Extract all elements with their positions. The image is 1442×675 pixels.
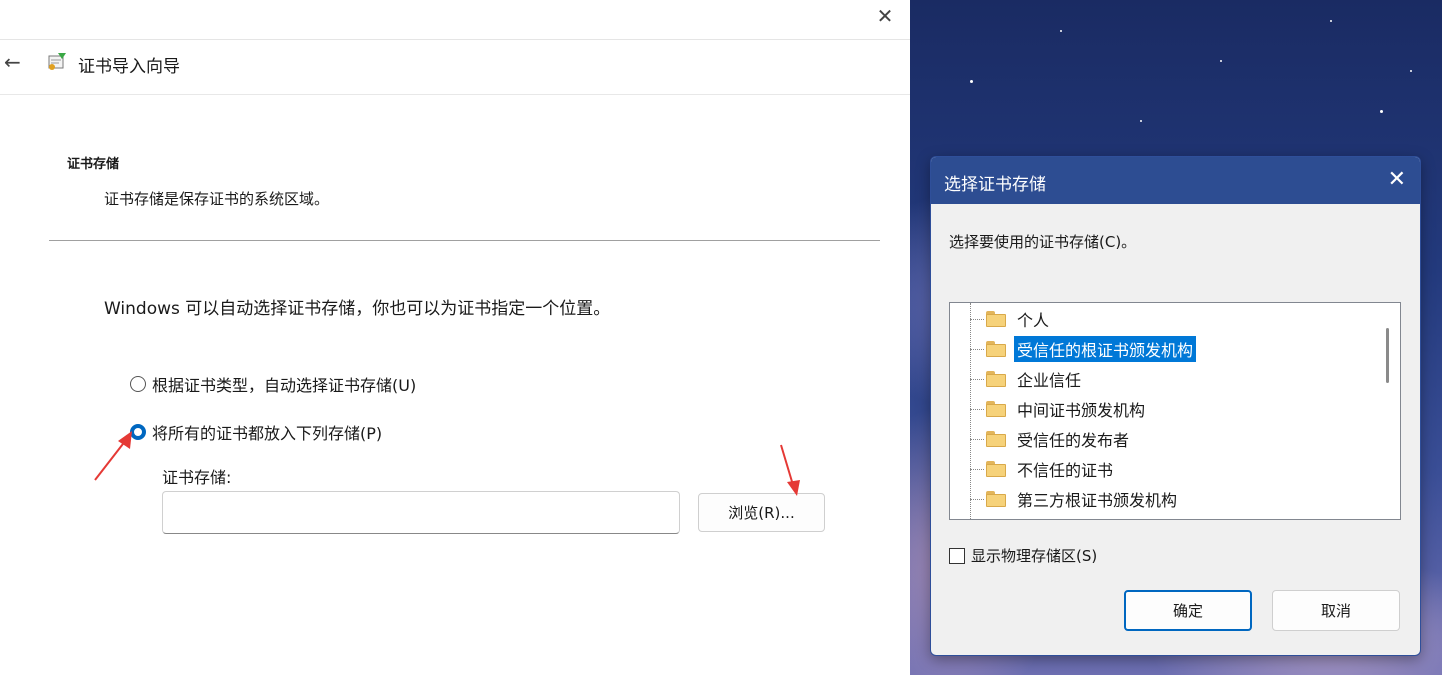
folder-icon [986,401,1006,417]
cancel-button[interactable]: 取消 [1272,590,1400,631]
close-icon[interactable]: ✕ [873,4,897,28]
browse-button[interactable]: 浏览(R)... [698,493,825,532]
annotation-arrow-icon [94,431,132,481]
folder-icon [986,341,1006,357]
tree-item[interactable]: 受信任的发布者 [970,426,1132,452]
radio-label: 根据证书类型，自动选择证书存储(U) [152,376,417,395]
header-divider [0,94,910,95]
tree-item[interactable]: 不信任的证书 [970,456,1116,482]
folder-icon [986,311,1006,327]
info-text: Windows 可以自动选择证书存储，你也可以为证书指定一个位置。 [104,299,611,319]
checkbox-unchecked[interactable] [949,547,965,564]
folder-icon [986,491,1006,507]
radio-auto-select[interactable]: 根据证书类型，自动选择证书存储(U) [130,372,416,396]
radio-label: 将所有的证书都放入下列存储(P) [152,424,383,443]
tree-item[interactable]: 第三方根证书颁发机构 [970,486,1180,512]
store-tree[interactable]: 个人 受信任的根证书颁发机构 企业信任 中间证书颁发机构 受信任的发布者 不信任… [949,302,1401,520]
annotation-arrow-icon [780,444,800,496]
dialog-titlebar: 选择证书存储 ✕ [931,157,1420,204]
dialog-title: 选择证书存储 [944,175,1046,195]
scroll-thumb[interactable] [1386,328,1389,383]
tree-item[interactable]: 个人 [970,306,1052,332]
radio-place-all[interactable]: 将所有的证书都放入下列存储(P) [130,420,382,444]
certificate-icon [48,53,66,70]
section-heading: 证书存储 [67,157,120,172]
back-arrow-icon[interactable]: ← [4,50,21,74]
titlebar-divider [0,39,910,40]
show-physical-stores[interactable]: 显示物理存储区(S) [949,545,1097,566]
close-icon[interactable]: ✕ [1388,167,1406,193]
dialog-prompt: 选择要使用的证书存储(C)。 [949,233,1137,251]
folder-icon [986,461,1006,477]
store-input[interactable] [162,491,680,534]
tree-item[interactable]: 企业信任 [970,366,1084,392]
select-store-dialog: 选择证书存储 ✕ 选择要使用的证书存储(C)。 个人 受信任的根证书颁发机构 企… [930,156,1421,656]
folder-icon [986,431,1006,447]
store-label: 证书存储: [162,468,232,487]
section-description: 证书存储是保存证书的系统区域。 [104,190,330,208]
tree-item-selected[interactable]: 受信任的根证书颁发机构 [970,336,1197,362]
checkbox-label: 显示物理存储区(S) [971,547,1098,565]
certificate-import-wizard: ✕ ← 证书导入向导 证书存储 证书存储是保存证书的系统区域。 Windows … [0,0,910,675]
wizard-title: 证书导入向导 [78,57,180,77]
tree-item[interactable]: 中间证书颁发机构 [970,396,1148,422]
ok-button[interactable]: 确定 [1124,590,1252,631]
tree-scrollbar[interactable] [1376,303,1400,519]
section-divider [49,240,880,241]
folder-icon [986,371,1006,387]
radio-button-unchecked[interactable] [130,376,146,392]
